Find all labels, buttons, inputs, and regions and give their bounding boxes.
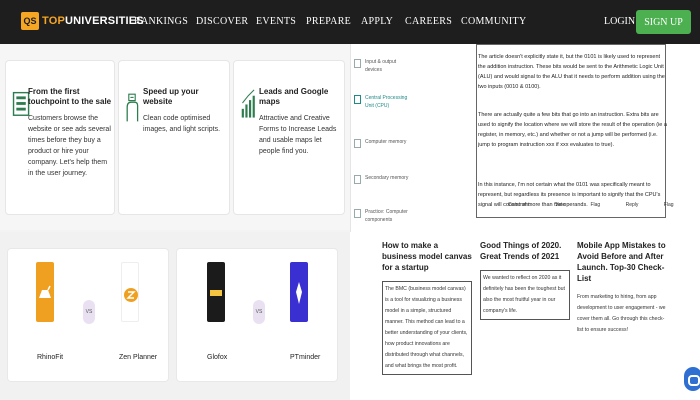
feature-card: Leads and Google maps Attractive and Cre… — [233, 60, 345, 215]
article-card[interactable]: Good Things of 2020. Great Trends of 202… — [480, 240, 570, 320]
logo-text-rest: UNIVERSITIES — [65, 15, 144, 27]
reply-link[interactable]: Reply — [626, 202, 639, 208]
sidebar-item-computer-memory[interactable]: Computer memory — [352, 138, 412, 148]
site-logo[interactable]: TOPUNIVERSITIES — [42, 15, 144, 27]
ptminder-icon — [296, 282, 302, 304]
top-navbar: QS TOPUNIVERSITIES RANKINGS DISCOVER EVE… — [0, 0, 700, 44]
feature-title: From the first touchpoint to the sale — [28, 87, 112, 106]
growth-chart-icon — [241, 89, 255, 118]
sidebar-item-io-devices[interactable]: Input & output devices — [352, 58, 412, 74]
feature-title: Leads and Google maps — [259, 87, 329, 106]
answer-actions: Comment Vote Flag Reply Flag — [508, 202, 698, 208]
logo-text-top: TOP — [42, 15, 66, 27]
feature-text: Customers browse the website or see ads … — [28, 115, 111, 177]
qs-logo-badge[interactable]: QS — [21, 12, 39, 30]
checkbox-icon — [354, 139, 361, 148]
article-excerpt: We wanted to reflect on 2020 as it defin… — [480, 270, 570, 320]
feature-text: Clean code optimised images, and light s… — [143, 115, 221, 133]
sidebar-item-label: Input & output devices — [365, 59, 397, 73]
comment-link[interactable]: Comment — [508, 202, 530, 208]
nav-rankings[interactable]: RANKINGS — [134, 16, 188, 27]
app-name[interactable]: RhinoFit — [37, 354, 63, 361]
vs-badge: VS — [83, 300, 95, 324]
sidebar-item-label: Secondary memory — [365, 175, 409, 181]
feature-title: Speed up your website — [143, 87, 199, 106]
checkbox-icon — [354, 209, 361, 218]
feature-text: Attractive and Creative Forms to Increas… — [259, 115, 337, 155]
app-name[interactable]: Glofox — [207, 354, 227, 361]
nav-events[interactable]: EVENTS — [256, 16, 296, 27]
sidebar-item-secondary-memory[interactable]: Secondary memory — [352, 174, 412, 184]
vote-link[interactable]: Vote — [555, 202, 565, 208]
sidebar-item-label: Practice: Computer components — [365, 209, 408, 223]
answer-paragraph: The article doesn't explicitly state it,… — [478, 54, 665, 90]
nav-community[interactable]: COMMUNITY — [461, 16, 526, 27]
glofox-logo — [207, 262, 225, 322]
sidebar-item-cpu[interactable]: Central Processing Unit (CPU) — [352, 94, 412, 110]
checkbox-icon — [354, 95, 361, 104]
feature-body: Speed up your website Clean code optimis… — [143, 87, 227, 135]
zen-icon — [124, 288, 138, 302]
rhino-icon — [39, 285, 51, 298]
article-title[interactable]: Mobile App Mistakes to Avoid Before and … — [577, 240, 669, 284]
feature-card: From the first touchpoint to the sale Cu… — [5, 60, 115, 215]
flag-link[interactable]: Flag — [590, 202, 600, 208]
nav-careers[interactable]: CAREERS — [405, 16, 452, 27]
sidebar-item-practice[interactable]: Practice: Computer components — [352, 208, 412, 224]
app-name[interactable]: Zen Planner — [119, 354, 157, 361]
nav-discover[interactable]: DISCOVER — [196, 16, 248, 27]
feature-body: From the first touchpoint to the sale Cu… — [28, 87, 112, 179]
nav-apply[interactable]: APPLY — [361, 16, 393, 27]
app-name[interactable]: PTminder — [290, 354, 320, 361]
ptminder-logo — [290, 262, 308, 322]
speed-hand-icon — [126, 93, 139, 122]
article-excerpt: The BMC (business model canvas) is a too… — [382, 281, 472, 375]
glofox-icon — [210, 290, 222, 296]
article-excerpt: From marketing to hiring, from app devel… — [577, 294, 666, 333]
flag-link[interactable]: Flag — [664, 202, 674, 208]
sidebar-item-label: Computer memory — [365, 139, 407, 145]
feature-body: Leads and Google maps Attractive and Cre… — [259, 87, 343, 157]
checkbox-icon — [354, 59, 361, 68]
rhinofit-logo — [36, 262, 54, 322]
feature-card: Speed up your website Clean code optimis… — [118, 60, 230, 215]
zenplanner-logo — [121, 262, 139, 322]
chat-icon[interactable] — [684, 367, 700, 391]
article-title[interactable]: Good Things of 2020. Great Trends of 202… — [480, 240, 570, 262]
sidebar-item-label: Central Processing Unit (CPU) — [365, 95, 408, 109]
article-card[interactable]: Mobile App Mistakes to Avoid Before and … — [577, 240, 669, 336]
article-card[interactable]: How to make a business model canvas for … — [382, 240, 472, 375]
signup-button[interactable]: SIGN UP — [636, 10, 691, 34]
article-title[interactable]: How to make a business model canvas for … — [382, 240, 472, 273]
checkbox-icon — [354, 175, 361, 184]
login-link[interactable]: LOGIN — [604, 16, 635, 27]
vs-badge: VS — [253, 300, 265, 324]
nav-prepare[interactable]: PREPARE — [306, 16, 351, 27]
answer-paragraph: There are actually quite a few bits that… — [478, 112, 667, 148]
